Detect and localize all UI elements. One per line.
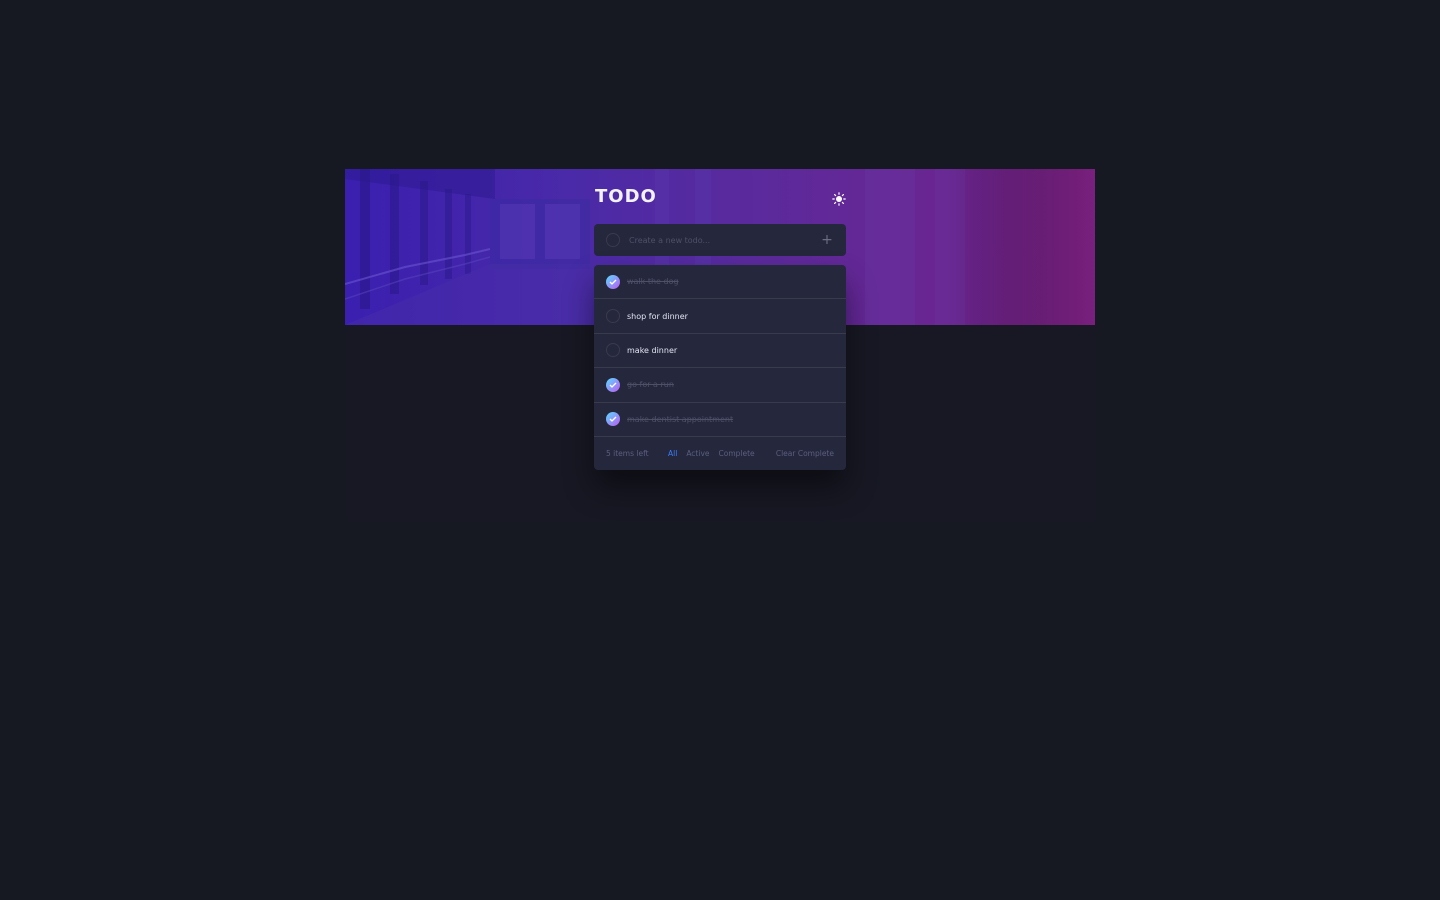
sun-icon [832,192,846,206]
app-title: TODO [595,186,657,207]
todo-text: shop for dinner [627,311,688,321]
todo-item[interactable]: shop for dinner [594,299,846,334]
add-todo-button[interactable]: + [820,233,834,247]
todo-item[interactable]: go for a run [594,368,846,403]
new-todo-input[interactable] [629,235,820,245]
filter-group: All Active Complete [668,449,755,458]
filter-all[interactable]: All [668,449,677,458]
todo-checkbox[interactable] [606,343,620,358]
todo-checkbox[interactable] [606,377,620,392]
todo-item[interactable]: make dentist appointment [594,403,846,437]
todo-text: walk the dog [627,277,679,287]
todo-checkbox[interactable] [606,274,620,289]
todo-footer: 5 items left All Active Complete Clear C… [594,437,846,470]
todo-list: walk the dog shop for dinner make dinner… [594,265,846,470]
items-left-count: 5 items left [606,448,649,458]
check-icon [609,416,617,423]
todo-checkbox[interactable] [606,412,620,427]
todo-checkbox[interactable] [606,309,620,324]
check-icon [609,279,617,285]
todo-item[interactable]: walk the dog [594,265,846,300]
new-todo-circle [606,233,620,247]
filter-complete[interactable]: Complete [719,449,755,458]
new-todo-bar: + [594,224,846,256]
todo-text: go for a run [627,380,674,390]
todo-item[interactable]: make dinner [594,334,846,369]
theme-toggle-button[interactable] [829,189,849,209]
clear-complete-button[interactable]: Clear Complete [776,449,834,458]
filter-active[interactable]: Active [686,449,709,458]
check-icon [609,382,617,388]
todo-text: make dinner [627,345,678,355]
todo-text: make dentist appointment [627,414,734,424]
app-frame: TODO + [345,169,1095,521]
